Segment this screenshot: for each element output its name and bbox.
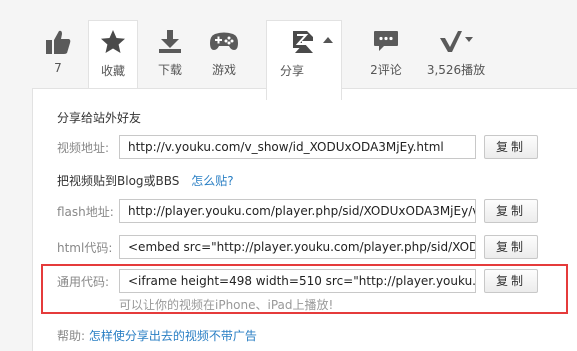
game-button[interactable]: 游戏 (202, 0, 246, 88)
comment-icon (372, 28, 400, 58)
embed-help-link[interactable]: 怎么贴? (191, 174, 233, 188)
embed-title-text: 把视频贴到Blog或BBS (57, 174, 180, 188)
universal-code-label: 通用代码: (57, 275, 110, 289)
collapse-caret-icon[interactable] (323, 37, 333, 43)
copy-html-code-button[interactable]: 复制 (484, 235, 538, 259)
share-button[interactable]: 分享 (266, 20, 342, 100)
video-url-label: 视频地址: (57, 141, 110, 155)
share-section-title: 分享给站外好友 (57, 111, 142, 125)
plays-icon (438, 28, 474, 58)
download-label: 下载 (157, 63, 182, 77)
copy-universal-code-button[interactable]: 复制 (484, 269, 538, 293)
embed-section-title: 把视频贴到Blog或BBS 怎么贴? (57, 172, 234, 189)
help-row: 帮助: 怎样使分享出去的视频不带广告 (57, 327, 257, 344)
comment-count: 2评论 (370, 63, 402, 77)
video-action-toolbar: 7 收藏 下载 游戏 分享 2评论 3,526播放 (0, 0, 577, 108)
html-code-field[interactable]: <embed src="http://player.youku.com/play… (119, 235, 476, 259)
no-ads-help-link[interactable]: 怎样使分享出去的视频不带广告 (89, 329, 257, 343)
share-panel: 分享给站外好友 视频地址: http://v.youku.com/v_show/… (32, 88, 577, 351)
flash-url-field[interactable]: http://player.youku.com/player.php/sid/X… (119, 199, 476, 223)
favorite-label: 收藏 (100, 64, 125, 78)
like-button[interactable]: 7 (40, 0, 76, 88)
like-count: 7 (54, 61, 62, 75)
download-button[interactable]: 下载 (148, 0, 192, 88)
thumbs-up-icon (44, 28, 72, 60)
help-label: 帮助: (57, 329, 86, 343)
copy-video-url-button[interactable]: 复制 (484, 135, 538, 159)
download-icon (157, 28, 183, 58)
share-label: 分享 (279, 64, 304, 78)
game-label: 游戏 (211, 63, 236, 77)
universal-code-hint: 可以让你的视频在iPhone、iPad上播放! (119, 298, 334, 312)
comment-button[interactable]: 2评论 (364, 0, 408, 88)
flash-url-label: flash地址: (57, 205, 114, 219)
share-icon (291, 29, 315, 59)
universal-code-field[interactable]: <iframe height=498 width=510 src="http:/… (119, 269, 476, 293)
plays-indicator[interactable]: 3,526播放 (420, 0, 492, 88)
copy-flash-url-button[interactable]: 复制 (484, 199, 538, 223)
html-code-label: html代码: (57, 241, 113, 255)
plays-count: 3,526播放 (426, 63, 486, 77)
video-url-field[interactable]: http://v.youku.com/v_show/id_XODUxODA3Mj… (119, 135, 476, 159)
star-icon (100, 29, 126, 59)
gamepad-icon (209, 28, 239, 58)
